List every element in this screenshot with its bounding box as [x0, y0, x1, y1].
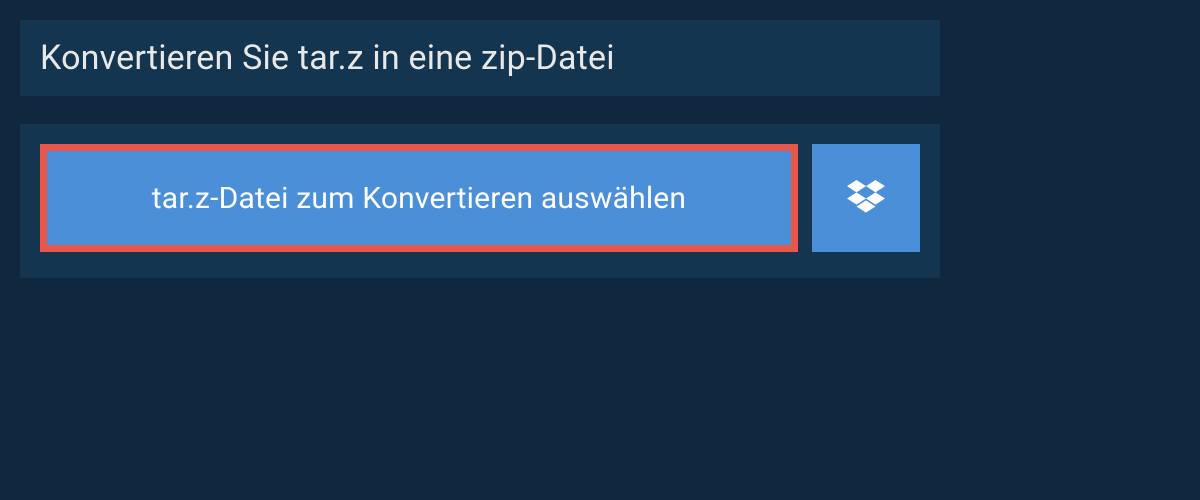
select-file-label: tar.z-Datei zum Konvertieren auswählen: [152, 181, 686, 216]
select-file-button[interactable]: tar.z-Datei zum Konvertieren auswählen: [40, 144, 798, 252]
page-title: Konvertieren Sie tar.z in eine zip-Datei: [20, 20, 940, 96]
dropbox-icon: [847, 180, 885, 216]
spacer: [20, 96, 940, 124]
converter-panel: Konvertieren Sie tar.z in eine zip-Datei…: [20, 20, 940, 278]
upload-row: tar.z-Datei zum Konvertieren auswählen: [20, 124, 940, 278]
dropbox-button[interactable]: [812, 144, 920, 252]
